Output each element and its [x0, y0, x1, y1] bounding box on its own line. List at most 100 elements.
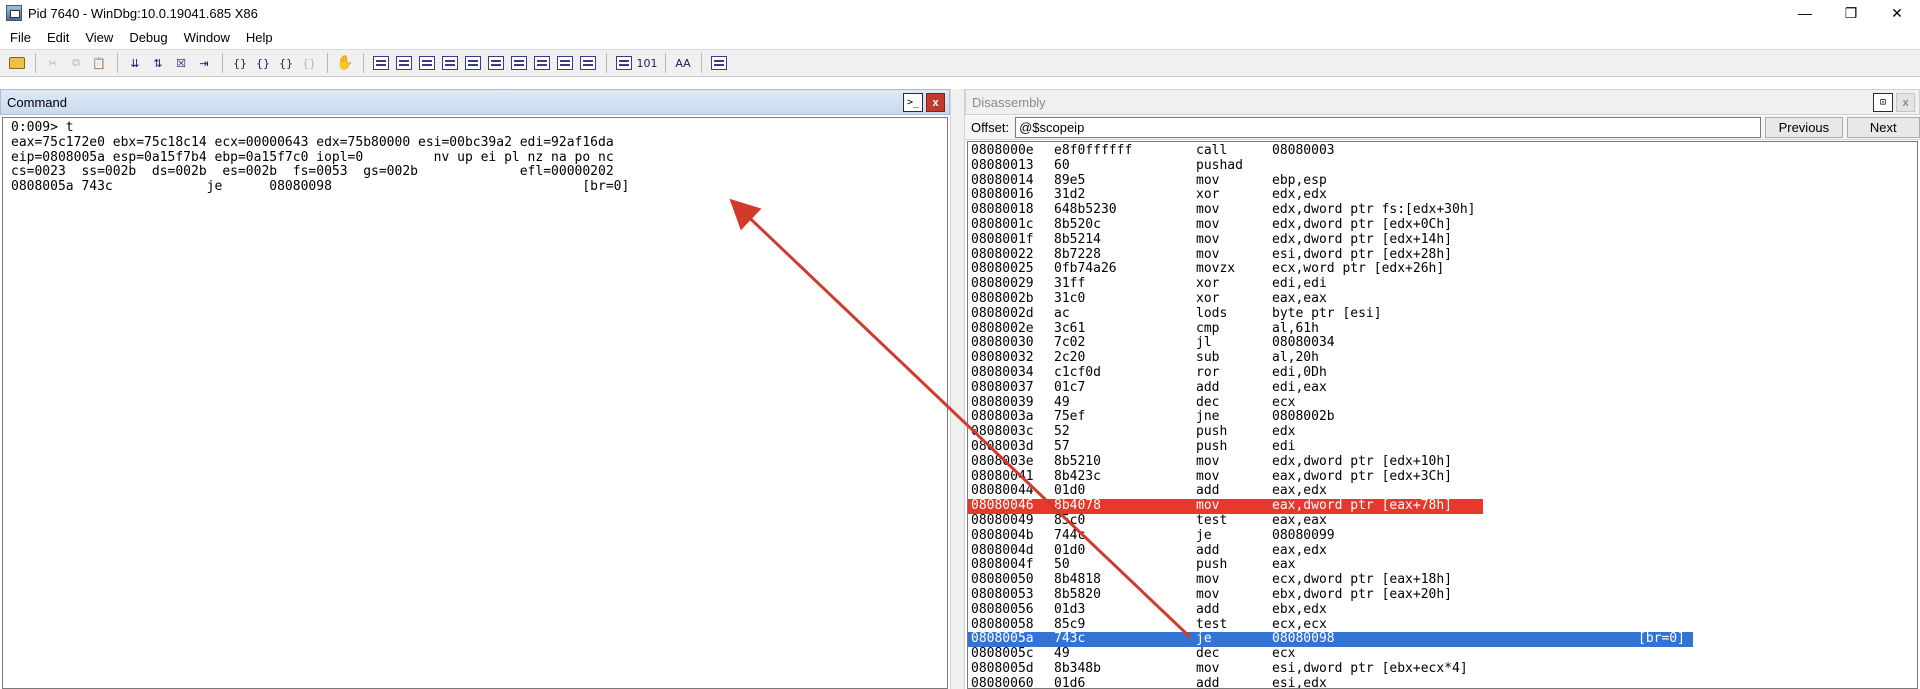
disassembly-row[interactable]: 0808002e 3c61 cmp al,61h: [968, 320, 1917, 337]
stop-debugging-button[interactable]: ☒: [170, 53, 192, 73]
disassembly-row[interactable]: 0808000e e8f0ffffff call 08080003: [968, 143, 1917, 159]
instruction-mnemonic: mov: [1196, 231, 1220, 247]
menu-debug[interactable]: Debug: [121, 30, 175, 45]
close-button[interactable]: ✕: [1874, 0, 1920, 26]
pane-splitter[interactable]: [950, 89, 965, 689]
highlighted-instruction-row[interactable]: 08080046 8b4078 mov eax,dword ptr [eax+78h]: [968, 498, 1917, 514]
registers-window-button[interactable]: [439, 53, 461, 73]
break-hand-button[interactable]: ✋: [334, 53, 356, 73]
menu-edit[interactable]: Edit: [39, 30, 77, 45]
disassembly-row[interactable]: 0808003a 75ef jne 0808002b: [968, 410, 1917, 425]
cut-button[interactable]: ✂: [42, 53, 64, 73]
disassembly-row[interactable]: 0808003e 8b5210 mov edx,dword ptr [edx+10h]: [968, 454, 1917, 470]
disassembly-pane-header[interactable]: Disassembly ⊡ x: [965, 89, 1920, 115]
disassembly-row[interactable]: 0808003c 52 push edx: [968, 424, 1917, 440]
instruction-bytes: 3c61: [1054, 320, 1086, 336]
disassembly-row[interactable]: 0808002d ac lods byte ptr [esi]: [968, 306, 1917, 322]
command-close-button[interactable]: x: [926, 93, 945, 112]
menu-file[interactable]: File: [2, 30, 39, 45]
command-dock-icon[interactable]: >_: [903, 93, 923, 112]
menu-window[interactable]: Window: [176, 30, 238, 45]
font-button[interactable]: AA: [672, 53, 694, 73]
go-button[interactable]: ⇊: [124, 53, 146, 73]
instruction-mnemonic: mov: [1196, 586, 1220, 602]
disassembly-row[interactable]: 08080044 01d0 add eax,edx: [968, 484, 1917, 499]
disassembly-row[interactable]: 08080018 648b5230 mov edx,dword ptr fs:[edx…: [968, 202, 1917, 218]
command-window-button[interactable]: [370, 53, 392, 73]
disassembly-row[interactable]: 08080016 31d2 xor edx,edx: [968, 188, 1917, 203]
hex-mode-button[interactable]: 101: [636, 53, 658, 73]
disassembly-row[interactable]: 0808005d 8b348b mov esi,dword ptr [ebx+ecx*…: [968, 661, 1917, 677]
disassembly-row[interactable]: 0808004f 50 push eax: [968, 558, 1917, 573]
disassembly-row[interactable]: 08080060 01d6 add esi,edx: [968, 676, 1917, 688]
disassembly-listing[interactable]: 0808000e e8f0ffffff call 08080003 08080013 60…: [967, 141, 1918, 689]
menu-view[interactable]: View: [77, 30, 121, 45]
next-button[interactable]: Next: [1846, 117, 1920, 138]
step-over-button[interactable]: {}: [252, 53, 274, 73]
disassembly-row[interactable]: 0808004b 744c je 08080099: [968, 528, 1917, 544]
call-stack-window-button[interactable]: [485, 53, 507, 73]
scratch-pad-button[interactable]: [531, 53, 553, 73]
disassembly-row[interactable]: 08080014 89e5 mov ebp,esp: [968, 173, 1917, 189]
disassembly-row[interactable]: 0808001c 8b520c mov edx,dword ptr [edx+0Ch]: [968, 217, 1917, 233]
paste-button[interactable]: 📋: [88, 53, 110, 73]
open-button[interactable]: [6, 53, 28, 73]
instruction-address: 08080041: [971, 468, 1034, 484]
disassembly-row[interactable]: 08080049 85c0 test eax,eax: [968, 513, 1917, 529]
offset-input[interactable]: [1015, 117, 1762, 138]
disassembly-row[interactable]: 08080025 0fb74a26 movzx ecx,word ptr [edx+2…: [968, 262, 1917, 277]
disassembly-row[interactable]: 08080022 8b7228 mov esi,dword ptr [edx+28h]: [968, 246, 1917, 263]
instruction-mnemonic: cmp: [1196, 320, 1220, 336]
disassembly-close-button[interactable]: x: [1896, 93, 1915, 112]
disassembly-row[interactable]: 08080032 2c20 sub al,20h: [968, 350, 1917, 366]
disassembly-row[interactable]: 08080041 8b423c mov eax,dword ptr [edx+3Ch]: [968, 468, 1917, 485]
instruction-bytes: 8b5820: [1054, 586, 1101, 602]
instruction-bytes: 743c: [1054, 631, 1086, 647]
command-output[interactable]: 0:009> t eax=75c172e0 ebx=75c18c14 ecx=00…: [2, 117, 948, 689]
disassembly-row[interactable]: 08080053 8b5820 mov ebx,dword ptr [eax+20h]: [968, 586, 1917, 603]
detach-button[interactable]: ⇥: [193, 53, 215, 73]
disassembly-row[interactable]: 08080058 85c9 test ecx,ecx: [968, 617, 1917, 633]
source-mode-button[interactable]: [577, 53, 599, 73]
instruction-address: 08080022: [971, 246, 1034, 262]
options-button[interactable]: [708, 53, 730, 73]
font-icon: AA: [675, 56, 691, 70]
locals-window-button[interactable]: [416, 53, 438, 73]
run-to-cursor-button[interactable]: {}: [298, 53, 320, 73]
restart-button[interactable]: ⇅: [147, 53, 169, 73]
disassembly-row[interactable]: 08080029 31ff xor edi,edi: [968, 276, 1917, 292]
processes-threads-button[interactable]: [554, 53, 576, 73]
disassembly-row[interactable]: 08080013 60 pushad: [968, 158, 1917, 174]
menu-help[interactable]: Help: [238, 30, 281, 45]
minimize-button[interactable]: —: [1782, 0, 1828, 26]
instruction-bytes: 31c0: [1054, 290, 1086, 306]
watch-window-button[interactable]: [393, 53, 415, 73]
copy-button[interactable]: ⧉: [65, 53, 87, 73]
step-out-button[interactable]: {}: [275, 53, 297, 73]
disassembly-row[interactable]: 0808004d 01d0 add eax,edx: [968, 543, 1917, 559]
disassembly-window-button[interactable]: [508, 53, 530, 73]
maximize-button[interactable]: ❐: [1828, 0, 1874, 26]
disassembly-row[interactable]: 08080056 01d3 add ebx,edx: [968, 602, 1917, 618]
disassembly-row[interactable]: 08080034 c1cf0d ror edi,0Dh: [968, 365, 1917, 381]
disassembly-row[interactable]: 08080030 7c02 jl 08080034: [968, 336, 1917, 351]
current-instruction-row[interactable]: 0808005a 743c je 08080098 [br=0]: [968, 631, 1917, 648]
disassembly-row[interactable]: 08080050 8b4818 mov ecx,dword ptr [eax+18h]: [968, 572, 1917, 588]
step-into-button[interactable]: {}: [229, 53, 251, 73]
disassembly-dock-icon[interactable]: ⊡: [1873, 93, 1893, 112]
disassembly-row[interactable]: 0808005c 49 dec ecx: [968, 646, 1917, 662]
toolbar-separator: [327, 53, 328, 73]
source-mode-toggle-button[interactable]: [613, 53, 635, 73]
command-pane-header[interactable]: Command >_ x: [0, 89, 950, 115]
disassembly-row[interactable]: 0808002b 31c0 xor eax,eax: [968, 290, 1917, 307]
disassembly-row[interactable]: 08080039 49 dec ecx: [968, 395, 1917, 411]
command-output-line: eip=0808005a esp=0a15f7b4 ebp=0a15f7c0 i…: [11, 149, 614, 165]
toolbar-separator: [222, 53, 223, 73]
disassembly-row[interactable]: 0808001f 8b5214 mov edx,dword ptr [edx+14h]: [968, 231, 1917, 248]
memory-window-button[interactable]: [462, 53, 484, 73]
previous-button[interactable]: Previous: [1765, 117, 1843, 138]
command-output-line: eax=75c172e0 ebx=75c18c14 ecx=00000643 e…: [11, 134, 614, 150]
instruction-address: 08080046: [971, 498, 1034, 514]
disassembly-row[interactable]: 0808003d 57 push edi: [968, 439, 1917, 455]
disassembly-row[interactable]: 08080037 01c7 add edi,eax: [968, 380, 1917, 396]
